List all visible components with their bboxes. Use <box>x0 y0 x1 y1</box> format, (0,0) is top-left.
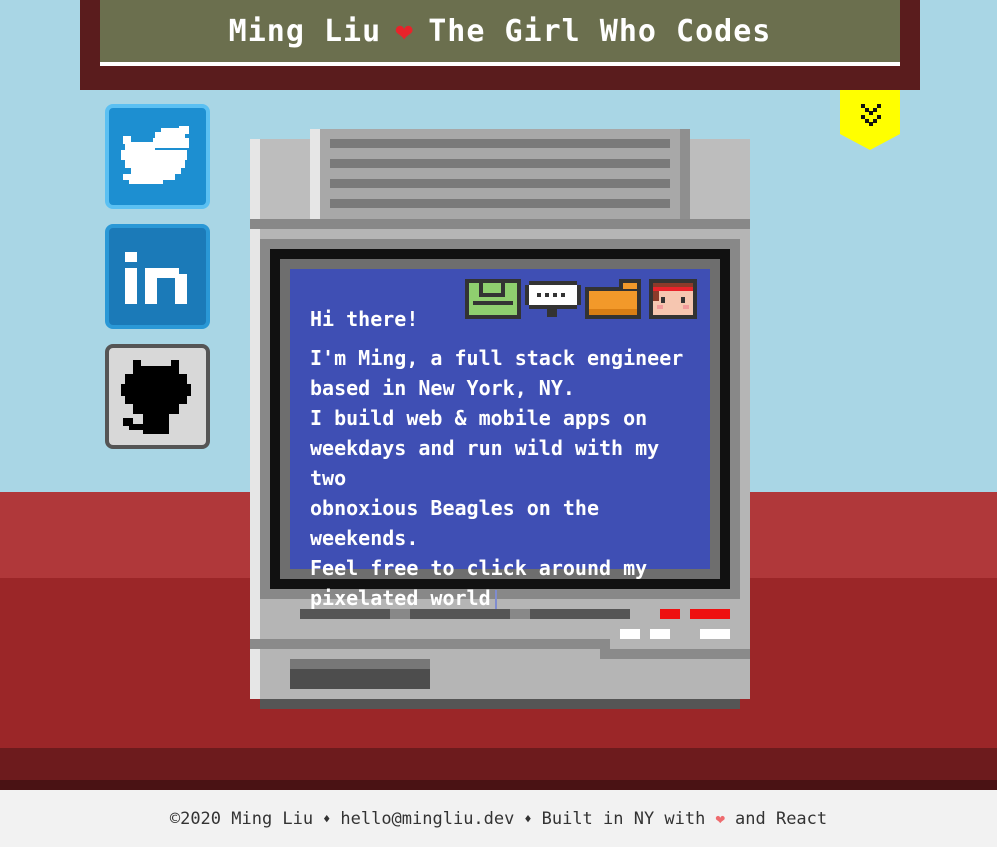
twitter-link[interactable] <box>105 104 210 209</box>
indicator-light <box>620 629 640 639</box>
footer-separator: ♦ <box>323 811 331 826</box>
computer-lower-band <box>250 639 610 649</box>
bio-text: I'm Ming, a full stack engineer based in… <box>310 346 684 610</box>
footer: ©2020 Ming Liu ♦ hello@mingliu.dev ♦ Bui… <box>0 790 997 847</box>
footer-react: and React <box>735 808 828 829</box>
scroll-down-bookmark[interactable] <box>840 90 900 150</box>
github-icon <box>121 360 191 434</box>
footer-built: Built in NY with <box>541 808 706 829</box>
indicator-light <box>700 629 730 639</box>
computer-band <box>250 219 750 229</box>
power-led <box>660 609 680 619</box>
header-sign: Ming Liu ❤ The Girl Who Codes <box>80 0 920 90</box>
disk-slot <box>300 609 630 619</box>
text-cursor <box>494 589 497 610</box>
vent-slat <box>330 139 670 148</box>
title-name: Ming Liu <box>228 13 382 49</box>
floppy-disk-icon[interactable] <box>465 279 521 319</box>
monitor-screen: Hi there! I'm Ming, a full stack enginee… <box>290 269 710 610</box>
screen-bio: I'm Ming, a full stack engineer based in… <box>310 343 705 613</box>
page-title: Ming Liu ❤ The Girl Who Codes <box>100 0 900 66</box>
desk-edge <box>0 748 997 780</box>
speech-bubble-icon[interactable] <box>525 279 581 319</box>
status-led <box>690 609 730 619</box>
computer-lower-band <box>600 649 750 659</box>
vent-slat <box>330 179 670 188</box>
title-tagline: The Girl Who Codes <box>428 13 772 49</box>
vent-highlight <box>310 129 320 219</box>
screen-greeting: Hi there! <box>310 307 419 331</box>
slot-divider <box>390 609 410 619</box>
heart-icon: ❤ <box>395 13 415 49</box>
vent-shadow <box>680 129 690 219</box>
twitter-icon <box>121 126 189 184</box>
heart-icon: ❤ <box>715 809 726 828</box>
footer-copyright: ©2020 Ming Liu <box>169 808 314 829</box>
linkedin-icon <box>125 252 187 304</box>
computer-foot <box>260 699 740 709</box>
folder-icon[interactable] <box>585 279 641 319</box>
vent-slat <box>330 159 670 168</box>
indicator-light <box>650 629 670 639</box>
vent-slat <box>330 199 670 208</box>
linkedin-link[interactable] <box>105 224 210 329</box>
double-chevron-down-icon <box>840 90 900 150</box>
footer-email-link[interactable]: hello@mingliu.dev <box>340 809 514 829</box>
footer-separator: ♦ <box>524 811 532 826</box>
slot-divider <box>510 609 530 619</box>
disk-drive <box>290 659 430 689</box>
desk-shadow <box>0 780 997 790</box>
avatar-icon[interactable] <box>645 279 701 319</box>
github-link[interactable] <box>105 344 210 449</box>
